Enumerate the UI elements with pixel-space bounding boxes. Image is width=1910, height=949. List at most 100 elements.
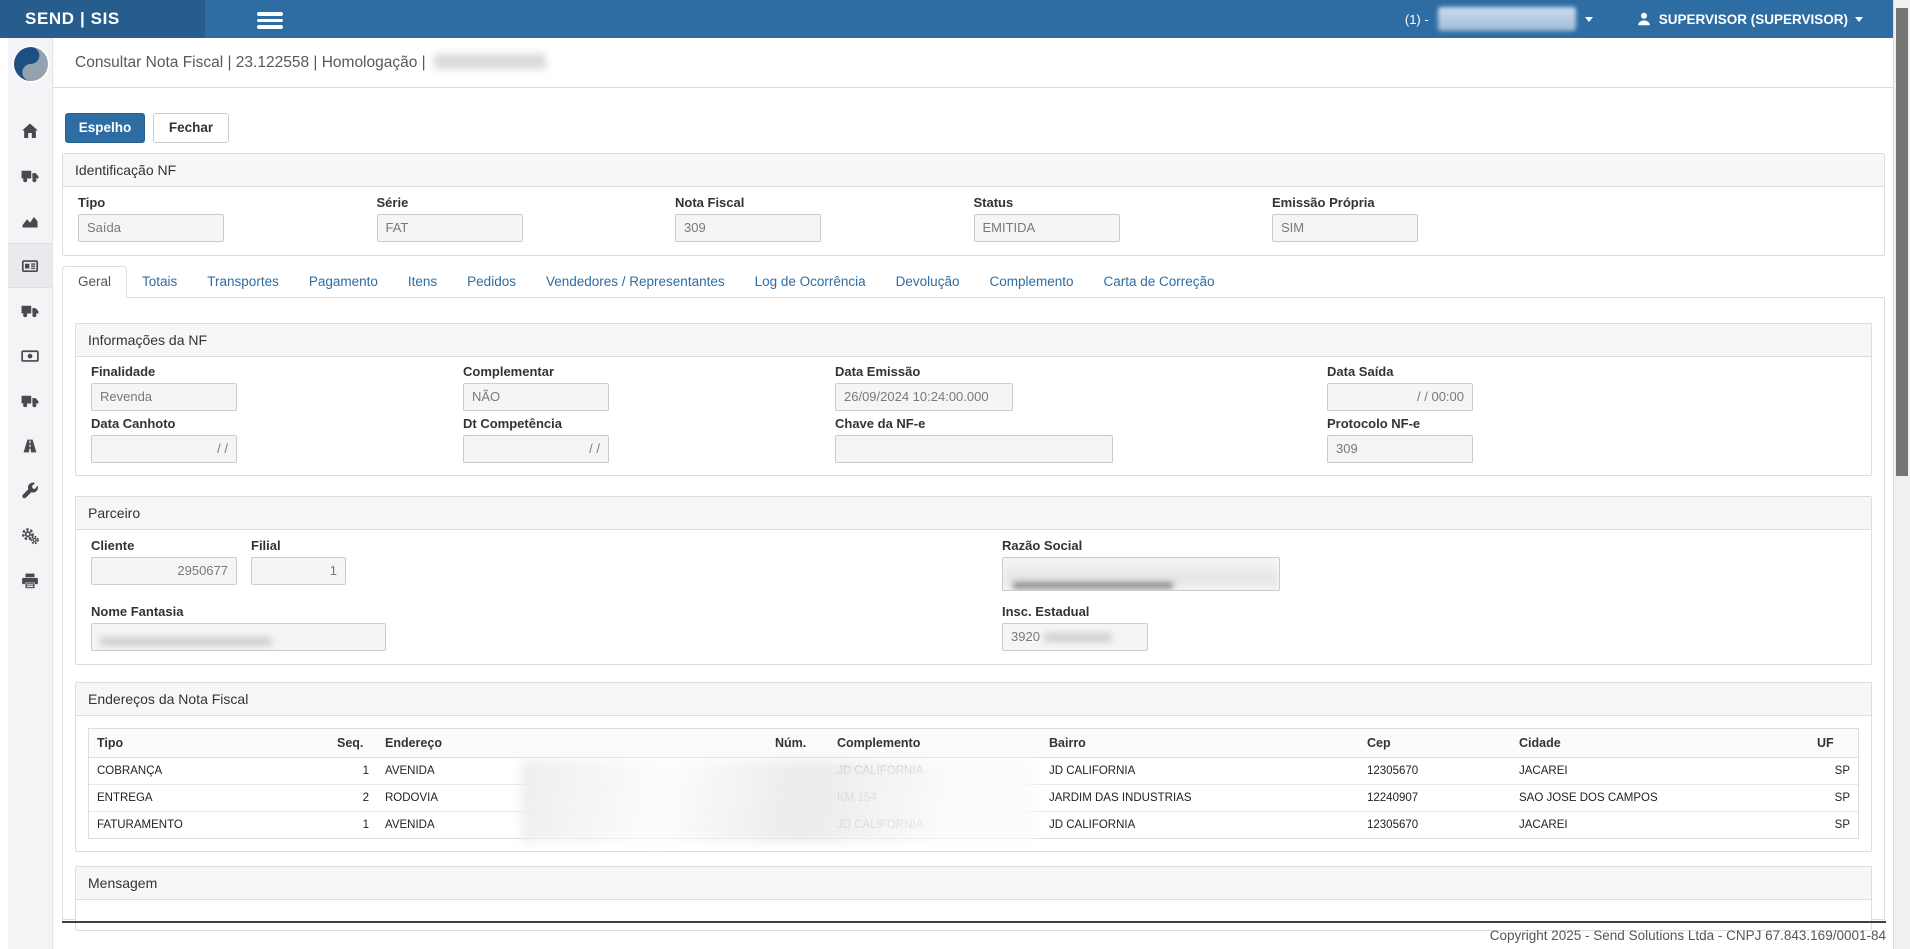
protocolo-nfe-input[interactable]: 309 (1327, 435, 1473, 463)
field-dt-competencia: Dt Competência / / (463, 416, 835, 463)
wrench-icon (21, 482, 39, 500)
sidebar (8, 38, 53, 949)
truck-icon (21, 392, 39, 410)
data-emissao-label: Data Emissão (835, 364, 1327, 379)
sidebar-item-viagens[interactable] (8, 423, 52, 468)
emissao-propria-label: Emissão Própria (1272, 195, 1571, 210)
status-input[interactable]: EMITIDA (974, 214, 1120, 242)
vertical-scrollbar[interactable] (1893, 0, 1910, 949)
sidebar-item-truck-2[interactable] (8, 288, 52, 333)
tab-log-de-ocorrencia[interactable]: Log de Ocorrência (740, 266, 881, 297)
sidebar-item-home[interactable] (8, 108, 52, 153)
print-icon (21, 572, 39, 590)
redacted-insc-estadual (1044, 633, 1112, 642)
status-label: Status (974, 195, 1273, 210)
user-name: SUPERVISOR (SUPERVISOR) (1659, 12, 1848, 27)
col-cep: Cep (1359, 729, 1511, 758)
filial-input[interactable]: 1 (251, 557, 346, 585)
scrollbar-thumb[interactable] (1896, 8, 1908, 476)
app-logo[interactable] (8, 38, 53, 90)
dt-competencia-label: Dt Competência (463, 416, 835, 431)
data-saida-label: Data Saída (1327, 364, 1856, 379)
sidebar-item-nota-fiscal[interactable] (8, 243, 52, 288)
enderecos-panel: Endereços da Nota Fiscal Tipo Seq. Ender… (75, 682, 1872, 852)
tab-itens[interactable]: Itens (393, 266, 452, 297)
chave-nfe-input[interactable] (835, 435, 1113, 463)
field-cliente: Cliente 2950677 (91, 538, 237, 585)
chevron-down-icon[interactable] (1585, 17, 1593, 22)
sidebar-item-financeiro[interactable] (8, 333, 52, 378)
sidebar-item-configuracoes[interactable] (8, 513, 52, 558)
company-prefix: (1) - (1405, 12, 1429, 27)
filial-label: Filial (251, 538, 346, 553)
field-nota-fiscal: Nota Fiscal 309 (675, 195, 974, 242)
data-emissao-input[interactable]: 26/09/2024 10:24:00.000 (835, 383, 1013, 411)
user-menu[interactable]: SUPERVISOR (SUPERVISOR) (1636, 11, 1863, 27)
field-data-emissao: Data Emissão 26/09/2024 10:24:00.000 (835, 364, 1327, 411)
field-filial: Filial 1 (251, 538, 346, 585)
road-icon (21, 437, 39, 455)
tab-devolucao[interactable]: Devolução (881, 266, 975, 297)
identificacao-panel: Identificação NF Tipo Saída Série FAT No… (62, 153, 1885, 256)
col-num: Núm. (767, 729, 829, 758)
field-chave-nfe: Chave da NF-e (835, 416, 1327, 463)
field-status: Status EMITIDA (974, 195, 1273, 242)
fechar-button[interactable]: Fechar (153, 113, 229, 143)
data-canhoto-label: Data Canhoto (91, 416, 463, 431)
serie-label: Série (377, 195, 676, 210)
field-nome-fantasia: Nome Fantasia (91, 604, 386, 651)
field-razao-social: Razão Social (1002, 538, 1280, 591)
finalidade-input[interactable]: Revenda (91, 383, 237, 411)
chave-nfe-label: Chave da NF-e (835, 416, 1327, 431)
tipo-label: Tipo (78, 195, 377, 210)
tab-strip: Geral Totais Transportes Pagamento Itens… (62, 266, 1885, 298)
insc-estadual-input[interactable]: 3920 (1002, 623, 1148, 651)
razao-social-input[interactable] (1002, 557, 1280, 591)
espelho-button[interactable]: Espelho (65, 113, 145, 143)
sidebar-item-truck-3[interactable] (8, 378, 52, 423)
tab-transportes[interactable]: Transportes (192, 266, 294, 297)
parceiro-title: Parceiro (76, 497, 1871, 530)
tipo-input[interactable]: Saída (78, 214, 224, 242)
enderecos-title: Endereços da Nota Fiscal (76, 683, 1871, 716)
tab-pagamento[interactable]: Pagamento (294, 266, 393, 297)
tab-complemento[interactable]: Complemento (974, 266, 1088, 297)
cliente-label: Cliente (91, 538, 237, 553)
nome-fantasia-label: Nome Fantasia (91, 604, 386, 619)
tab-geral[interactable]: Geral (62, 266, 127, 298)
field-insc-estadual: Insc. Estadual 3920 (1002, 604, 1148, 651)
sidebar-item-truck-1[interactable] (8, 153, 52, 198)
nota-fiscal-input[interactable]: 309 (675, 214, 821, 242)
complementar-input[interactable]: NÃO (463, 383, 609, 411)
sidebar-item-reports[interactable] (8, 198, 52, 243)
menu-toggle-icon[interactable] (257, 12, 283, 32)
col-endereco: Endereço (377, 729, 767, 758)
identificacao-title: Identificação NF (63, 154, 1884, 187)
emissao-propria-input[interactable]: SIM (1272, 214, 1418, 242)
nome-fantasia-input[interactable] (91, 623, 386, 651)
col-tipo: Tipo (89, 729, 329, 758)
insc-estadual-label: Insc. Estadual (1002, 604, 1148, 619)
redacted-company-name (434, 54, 546, 69)
field-data-saida: Data Saída / / 00:00 (1327, 364, 1856, 411)
col-complemento: Complemento (829, 729, 1041, 758)
data-saida-input[interactable]: / / 00:00 (1327, 383, 1473, 411)
tab-carta-de-correcao[interactable]: Carta de Correção (1089, 266, 1230, 297)
newspaper-icon (21, 257, 39, 275)
app-brand: SEND | SIS (0, 0, 205, 38)
sidebar-item-ferramentas[interactable] (8, 468, 52, 513)
tab-totais[interactable]: Totais (127, 266, 192, 297)
tab-vendedores-representantes[interactable]: Vendedores / Representantes (531, 266, 740, 297)
data-canhoto-input[interactable]: / / (91, 435, 237, 463)
cliente-input[interactable]: 2950677 (91, 557, 237, 585)
tab-pedidos[interactable]: Pedidos (452, 266, 531, 297)
dt-competencia-input[interactable]: / / (463, 435, 609, 463)
field-protocolo-nfe: Protocolo NF-e 309 (1327, 416, 1856, 463)
truck-icon (21, 167, 39, 185)
mensagem-title: Mensagem (76, 867, 1871, 900)
serie-input[interactable]: FAT (377, 214, 523, 242)
field-data-canhoto: Data Canhoto / / (91, 416, 463, 463)
sidebar-item-impressao[interactable] (8, 558, 52, 603)
finalidade-label: Finalidade (91, 364, 463, 379)
company-selector-redacted[interactable] (1438, 7, 1576, 31)
